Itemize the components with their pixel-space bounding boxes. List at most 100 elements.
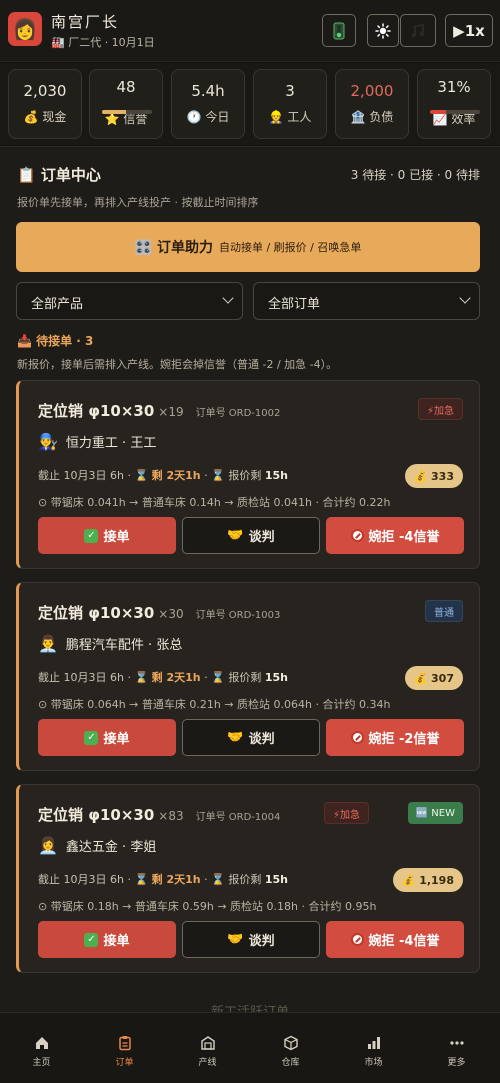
hourglass-icon: ⌛ [134, 469, 152, 482]
order-card: 定位销 φ10×30 ×83 订单号 ORD-1004 ⚡加急 🆕 NEW 👩‍💼 鑫… [16, 784, 480, 973]
negotiate-button[interactable]: 🤝 谈判 [182, 517, 320, 554]
time-remaining: 剩 2天1h [151, 469, 201, 482]
stat-label: 今日 [205, 110, 230, 124]
traffic-light-button[interactable] [322, 14, 356, 47]
top-bar: 👩 南宫厂长 🏭 厂二代 · 10月1日 ▶1x [0, 0, 500, 62]
prohibited-icon [350, 933, 364, 946]
check-icon: ✓ [84, 528, 99, 543]
stat-cash[interactable]: 2,030 💰 现金 [8, 69, 82, 139]
clock-icon: 🕐 [186, 110, 202, 124]
stat-today[interactable]: 5.4h 🕐 今日 [171, 69, 245, 139]
handshake-icon: 🤝 [227, 528, 244, 543]
nav-warehouse[interactable]: 仓库 [249, 1013, 332, 1083]
deadline: 截止 10月3日 6h [38, 469, 124, 482]
avatar[interactable]: 👩 [8, 12, 42, 46]
handshake-icon: 🤝 [227, 730, 244, 745]
nav-market[interactable]: 市场 [332, 1013, 415, 1083]
stats-row: 2,030 💰 现金 48 ⭐ 信誉 5.4h 🕐 今日 3 👷 工人 2,00… [0, 63, 500, 145]
stat-value: 31% [437, 78, 471, 96]
handshake-icon: 🤝 [227, 932, 244, 947]
product-name: 定位销 φ10×30 [38, 402, 155, 420]
music-note-icon [411, 23, 424, 37]
pending-orders-heading: 📥 待接单 · 3 [17, 334, 94, 348]
traffic-light-icon [333, 22, 345, 39]
accept-button[interactable]: ✓ 接单 [38, 517, 176, 554]
stat-workers[interactable]: 3 👷 工人 [253, 69, 327, 139]
accept-button[interactable]: ✓ 接单 [38, 719, 176, 756]
box-icon [283, 1035, 298, 1051]
order-center-panel: 📋 订单中心 3 待接 · 0 已接 · 0 待排 报价单先接单，再排入产线投产… [0, 146, 500, 1012]
reject-button[interactable]: 婉拒 -2信誉 [326, 719, 464, 756]
customer-name: 鑫达五金 · 李姐 [65, 840, 157, 855]
sun-icon [375, 22, 391, 39]
quote-remaining-label: ⌛ 报价剩 [211, 873, 265, 886]
negotiate-button[interactable]: 🤝 谈判 [182, 719, 320, 756]
order-counts: 3 待接 · 0 已接 · 0 待排 [350, 168, 480, 182]
bottom-nav: 主页 订单 产线 仓库 市场 更多 [0, 1012, 500, 1083]
stat-label: 负债 [369, 110, 394, 124]
order-center-title: 📋 订单中心 [17, 166, 101, 184]
order-center-subtitle: 报价单先接单，再排入产线投产 · 按截止时间排序 [17, 196, 259, 209]
product-filter-value: 全部产品 [31, 297, 84, 312]
worker-icon: 👷 [268, 110, 284, 124]
stat-reputation[interactable]: 48 ⭐ 信誉 [89, 69, 163, 139]
order-filter-value: 全部订单 [268, 297, 321, 312]
order-qty: ×83 [158, 809, 184, 823]
reject-button[interactable]: 婉拒 -4信誉 [326, 921, 464, 958]
process-route: ⊙ 带锯床 0.064h → 普通车床 0.21h → 质检站 0.064h ·… [38, 698, 391, 711]
nav-more[interactable]: 更多 [415, 1013, 498, 1083]
prohibited-icon [350, 731, 364, 744]
order-helper-button[interactable]: 🎛️ 订单助力 自动接单 / 刷报价 / 召唤急单 [16, 222, 480, 272]
customer-avatar-icon: 👩‍💼 [38, 836, 58, 855]
deadline: 截止 10月3日 6h [38, 671, 124, 684]
stat-label: 信誉 [123, 112, 148, 126]
helper-desc: 自动接单 / 刷报价 / 召唤急单 [218, 241, 362, 254]
chevron-down-icon [222, 292, 234, 304]
check-icon: ✓ [84, 730, 99, 745]
hourglass-icon: ⌛ [134, 671, 152, 684]
check-icon: ✓ [84, 932, 99, 947]
trend-up-icon: 📈 [432, 112, 448, 126]
time-remaining: 剩 2天1h [151, 671, 201, 684]
deadline: 截止 10月3日 6h [38, 873, 124, 886]
helper-title: 🎛️ 订单助力 [134, 240, 213, 256]
nav-home[interactable]: 主页 [0, 1013, 83, 1083]
order-number: 订单号 ORD-1002 [195, 408, 281, 419]
home-icon [35, 1037, 48, 1049]
efficiency-bar [430, 110, 480, 114]
theme-toggle-button[interactable] [367, 14, 399, 47]
stat-label: 工人 [287, 110, 312, 124]
stat-value: 3 [285, 82, 295, 100]
accept-button[interactable]: ✓ 接单 [38, 921, 176, 958]
nav-production[interactable]: 产线 [166, 1013, 249, 1083]
music-button[interactable] [400, 14, 436, 47]
product-name: 定位销 φ10×30 [38, 806, 155, 824]
negotiate-button[interactable]: 🤝 谈判 [182, 921, 320, 958]
quote-remaining-label: ⌛ 报价剩 [211, 469, 265, 482]
hourglass-icon: ⌛ [134, 873, 152, 886]
product-name: 定位销 φ10×30 [38, 604, 155, 622]
order-card: 定位销 φ10×30 ×30 订单号 ORD-1003 普通 👨‍💼 鹏程汽车配件 ·… [16, 582, 480, 771]
price-badge: 💰 1,198 [392, 868, 463, 892]
customer-name: 鹏程汽车配件 · 张总 [65, 638, 183, 653]
nav-orders[interactable]: 订单 [83, 1013, 166, 1083]
order-filter-select[interactable]: 全部订单 [253, 282, 480, 320]
stat-value: 2,000 [350, 82, 394, 100]
rush-tag: ⚡加急 [323, 802, 369, 824]
process-route: ⊙ 带锯床 0.041h → 普通车床 0.14h → 质检站 0.041h ·… [38, 496, 391, 509]
factory-icon [200, 1036, 215, 1050]
bar-chart-icon [367, 1037, 380, 1049]
pending-orders-desc: 新报价，接单后需排入产线。婉拒会掉信誉（普通 -2 / 加急 -4）。 [17, 358, 338, 371]
product-filter-select[interactable]: 全部产品 [16, 282, 243, 320]
quote-remaining: 15h [264, 873, 288, 886]
price-badge: 💰 307 [404, 666, 463, 690]
star-icon: ⭐ [104, 112, 120, 126]
reject-button[interactable]: 婉拒 -4信誉 [326, 517, 464, 554]
stat-debt[interactable]: 2,000 🏦 负债 [335, 69, 409, 139]
time-remaining: 剩 2天1h [151, 873, 201, 886]
speed-button[interactable]: ▶1x [445, 14, 493, 47]
next-section-heading: 新工活跃订单 [0, 1001, 500, 1012]
stat-efficiency[interactable]: 31% 📈 效率 [417, 69, 491, 139]
chevron-down-icon [459, 292, 471, 304]
order-card: 定位销 φ10×30 ×19 订单号 ORD-1002 ⚡加急 👨‍🔧 恒力重工 · … [16, 380, 480, 569]
